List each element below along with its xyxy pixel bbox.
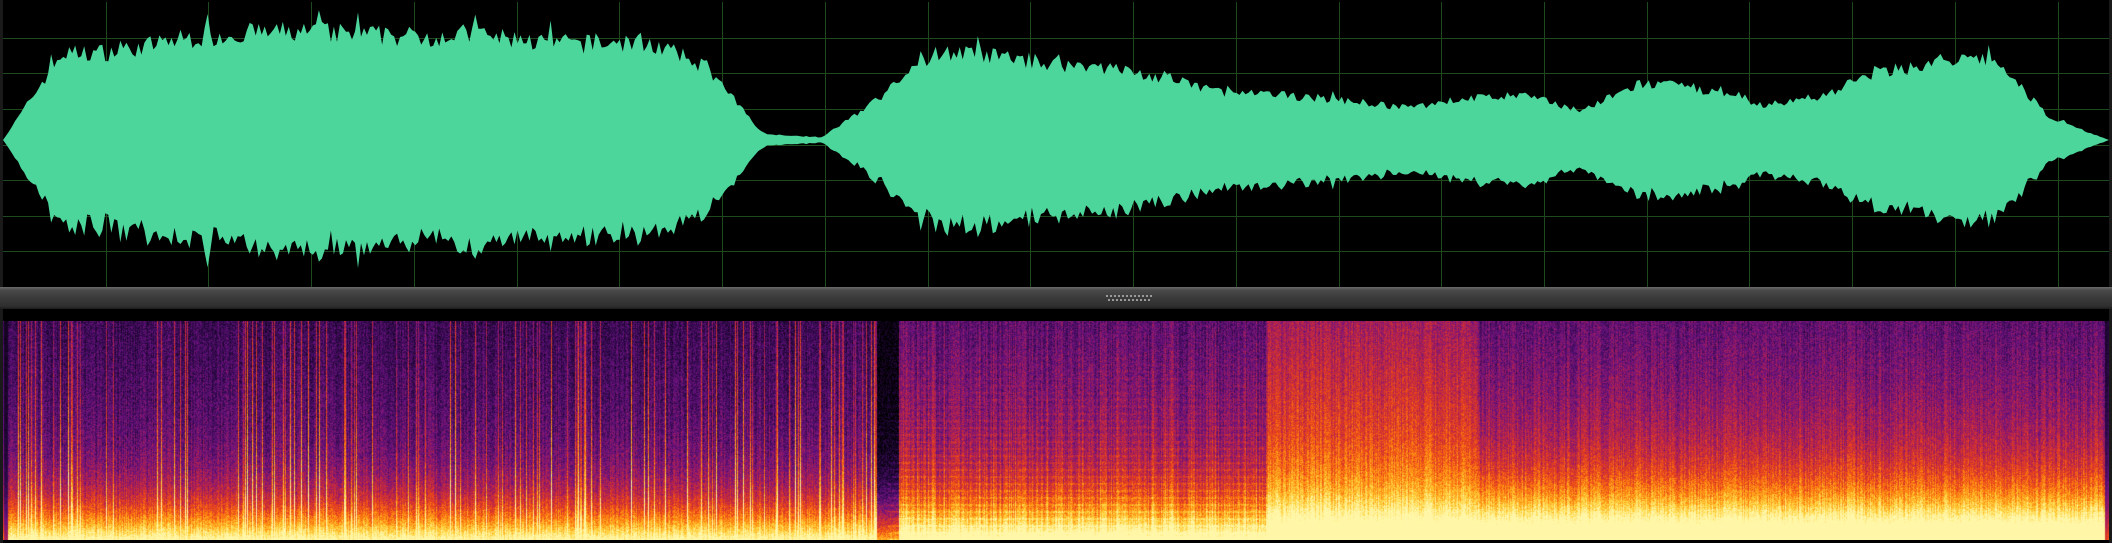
spectrogram-view[interactable]	[3, 321, 2109, 540]
audio-editor	[0, 0, 2112, 543]
waveform-shape	[3, 10, 2109, 268]
waveform-panel[interactable]	[3, 2, 2109, 287]
drag-handle-icon[interactable]	[1106, 295, 1152, 301]
view-splitter[interactable]	[0, 287, 2112, 309]
spectrogram-panel[interactable]	[3, 321, 2109, 540]
waveform-view[interactable]	[3, 2, 2109, 287]
